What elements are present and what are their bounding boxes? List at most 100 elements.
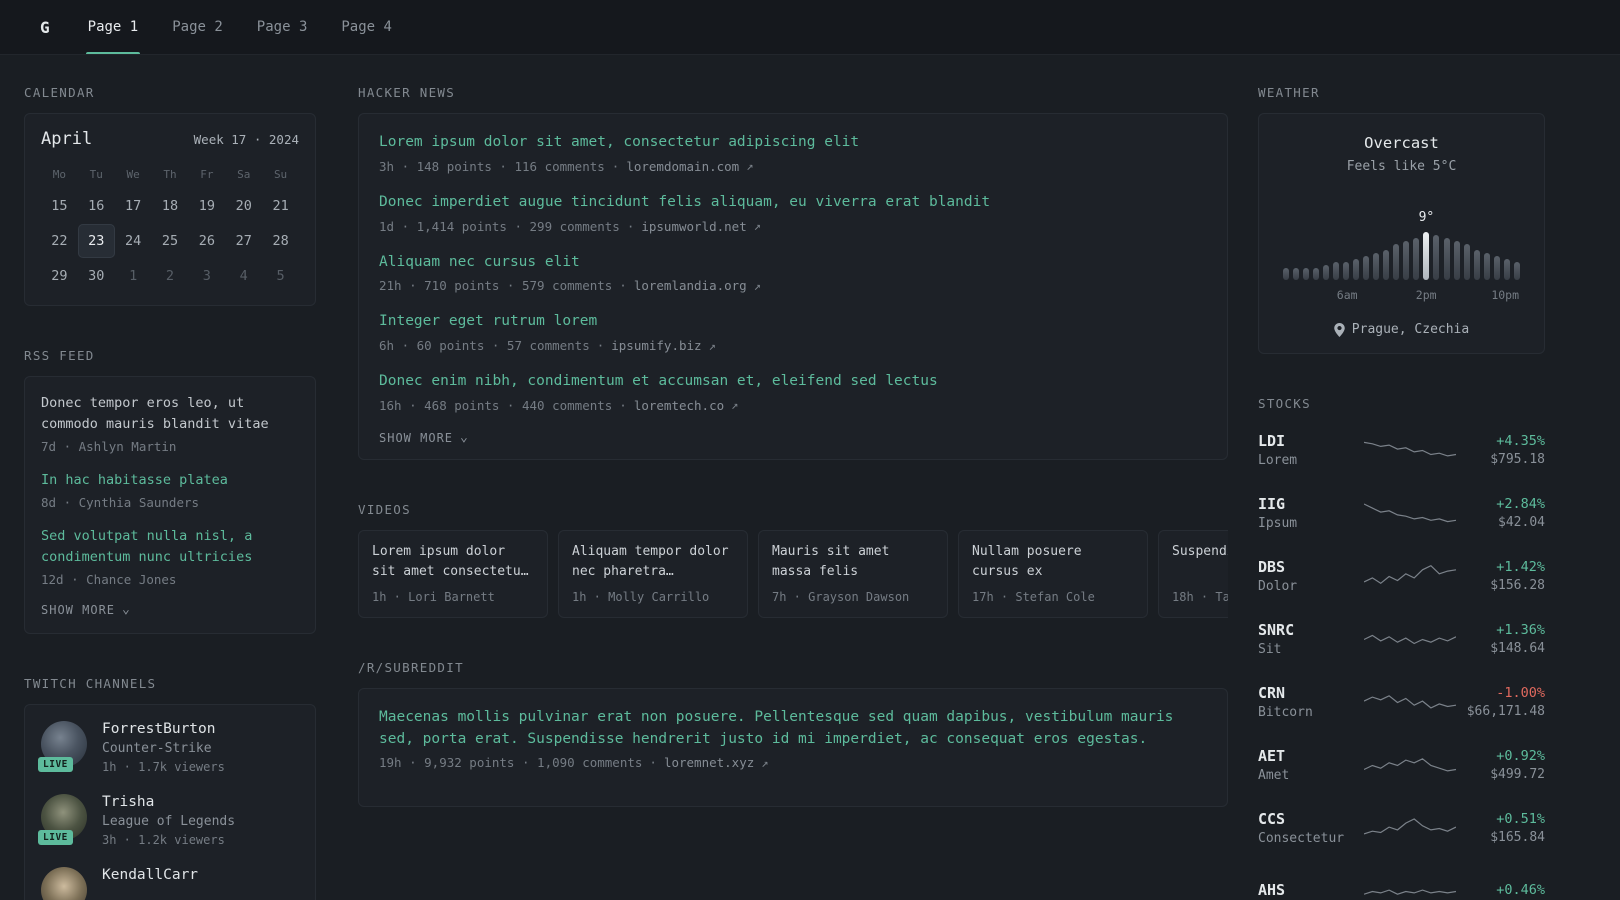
stock-symbol-link[interactable]: AHS xyxy=(1258,881,1362,899)
stock-symbol-link[interactable]: CRN xyxy=(1258,684,1362,702)
widget-title-twitch: TWITCH CHANNELS xyxy=(24,675,157,691)
app-logo[interactable]: G xyxy=(40,18,50,37)
rss-item-meta: 8d · Cynthia Saunders xyxy=(41,494,200,510)
calendar-day: 3 xyxy=(202,268,211,284)
calendar-day: 28 xyxy=(272,233,289,249)
stock-sparkline-cell xyxy=(1362,622,1457,656)
weather-hour-bar xyxy=(1403,241,1410,280)
calendar-day: 4 xyxy=(239,268,248,284)
channel-avatar[interactable]: LIVE xyxy=(38,720,87,772)
meta-separator: · xyxy=(626,218,635,234)
stock-price: $66,171.48 xyxy=(1466,704,1545,719)
story-item: Donec imperdiet augue tincidunt felis al… xyxy=(379,192,1207,234)
tab-page-4[interactable]: Page 4 xyxy=(339,0,394,54)
stock-change: +4.35% xyxy=(1496,433,1545,449)
middle-column: HACKER NEWS Lorem ipsum dolor sit amet, … xyxy=(358,85,1228,900)
stock-sparkline xyxy=(1363,441,1456,457)
video-title-link[interactable]: Aliquam tempor dolor nec pharetra… xyxy=(572,542,734,582)
rss-item-link[interactable]: Sed volutpat nulla nisl, a condimentum n… xyxy=(41,526,299,568)
stock-row: AHS +0.46% xyxy=(1258,865,1545,900)
stock-change: +1.42% xyxy=(1496,559,1545,575)
channel-name-link[interactable]: Trisha xyxy=(102,794,235,810)
story-title-link[interactable]: Aliquam nec cursus elit xyxy=(379,252,1207,274)
story-title-link[interactable]: Donec enim nibh, condimentum et accumsan… xyxy=(379,371,1207,393)
calendar-day: 18 xyxy=(161,198,179,214)
story-domain-link[interactable]: ipsumworld.net xyxy=(641,219,746,234)
video-meta: 1h · Lori Barnett xyxy=(372,589,495,604)
weather-hour-bar xyxy=(1283,268,1289,280)
stock-symbol-link[interactable]: SNRC xyxy=(1258,621,1362,639)
tab-page-3[interactable]: Page 3 xyxy=(255,0,310,54)
stock-sparkline xyxy=(1363,634,1456,645)
stock-symbol-link[interactable]: DBS xyxy=(1258,558,1362,576)
weather-hour-bar xyxy=(1333,262,1340,280)
video-title-link[interactable]: Suspendisse diam xyxy=(1172,542,1228,582)
video-body: Suspendisse diam 18h · Tara xyxy=(1159,531,1228,617)
channel-avatar[interactable]: LIVE xyxy=(38,793,87,845)
channel-avatar[interactable]: LIVE xyxy=(41,866,87,900)
tab-page-2[interactable]: Page 2 xyxy=(170,0,225,54)
story-title-link[interactable]: Donec imperdiet augue tincidunt felis al… xyxy=(379,192,1207,214)
channel-name-link[interactable]: ForrestBurton xyxy=(102,721,225,737)
weather-location: Prague, Czechia xyxy=(1351,322,1470,337)
stock-symbol-link[interactable]: AET xyxy=(1258,747,1362,765)
stock-change: +0.51% xyxy=(1496,811,1545,827)
story-title-link[interactable]: Maecenas mollis pulvinar erat non posuer… xyxy=(379,707,1207,751)
external-link-icon: ↗ xyxy=(753,219,761,233)
video-card: Lorem ipsum dolor sit amet consectetu… 1h… xyxy=(358,529,548,618)
show-more-button[interactable]: SHOW MORE ⌄ xyxy=(41,603,299,617)
weather-hour-bar xyxy=(1513,262,1520,280)
stock-values: +4.35% $795.18 xyxy=(1457,433,1545,467)
story-domain-link[interactable]: loremtech.co xyxy=(634,398,724,413)
calendar-day: 17 xyxy=(125,198,142,214)
rss-item-link[interactable]: Donec tempor eros leo, ut commodo mauris… xyxy=(41,393,299,435)
stock-id: CRN Bitcorn xyxy=(1258,684,1362,720)
stock-values: +1.42% $156.28 xyxy=(1457,559,1545,593)
stock-price: $148.64 xyxy=(1490,641,1545,656)
story-domain-link[interactable]: loremlandia.org xyxy=(634,278,747,293)
channel-name-link[interactable]: KendallCarr xyxy=(102,867,198,883)
video-title-link[interactable]: Lorem ipsum dolor sit amet consectetu… xyxy=(372,542,534,582)
video-meta: 7h · Grayson Dawson xyxy=(772,589,910,604)
story-domain-link[interactable]: ipsumify.biz xyxy=(611,338,701,353)
rss-item-link[interactable]: In hac habitasse platea xyxy=(41,470,299,491)
story-meta-text: 1d · 1,414 points · 299 comments xyxy=(379,218,620,234)
stock-sparkline-cell xyxy=(1362,685,1457,719)
subreddit-post-list: Maecenas mollis pulvinar erat non posuer… xyxy=(379,707,1207,771)
story-title-link[interactable]: Lorem ipsum dolor sit amet, consectetur … xyxy=(379,132,1207,154)
stock-sparkline-cell xyxy=(1362,433,1457,467)
story-meta-text: 19h · 9,932 points · 1,090 comments xyxy=(379,755,643,771)
stock-sparkline xyxy=(1363,695,1456,709)
stock-row: CCS Consectetur +0.51% $165.84 xyxy=(1258,802,1545,854)
story-meta: 21h · 710 points · 579 comments · loremlan… xyxy=(379,278,1207,293)
weather-hour-bar xyxy=(1483,253,1490,280)
story-title-link[interactable]: Integer eget rutrum lorem xyxy=(379,311,1207,333)
video-title-link[interactable]: Mauris sit amet massa felis xyxy=(772,542,934,582)
weather-hour-bar xyxy=(1473,250,1480,280)
tab-bar: Page 1 Page 2 Page 3 Page 4 xyxy=(85,0,394,54)
tab-page-1[interactable]: Page 1 xyxy=(85,0,141,54)
video-title-link[interactable]: Nullam posuere cursus ex xyxy=(972,542,1134,582)
stock-symbol-link[interactable]: LDI xyxy=(1258,432,1362,450)
video-meta: 18h · Tara xyxy=(1172,589,1228,604)
video-card: Mauris sit amet massa felis 7h · Grayson … xyxy=(758,529,948,618)
channel-viewers: 1h · 1.7k viewers xyxy=(102,759,225,774)
stock-name: Consectetur xyxy=(1258,831,1345,846)
story-domain-link[interactable]: loremdomain.com xyxy=(626,159,739,174)
stock-id: SNRC Sit xyxy=(1258,621,1362,657)
calendar-day-header: Su xyxy=(273,168,288,181)
stock-symbol-link[interactable]: CCS xyxy=(1258,810,1362,828)
stock-id: AET Amet xyxy=(1258,747,1362,783)
weather-hour-bar xyxy=(1433,235,1440,280)
story-domain-link[interactable]: loremnet.xyz xyxy=(664,755,754,770)
calendar-day: 16 xyxy=(88,198,105,214)
live-badge: LIVE xyxy=(38,756,73,772)
twitch-widget: TWITCH CHANNELS LIVE ForrestBurton Counter… xyxy=(24,676,316,900)
stock-sparkline xyxy=(1363,758,1456,772)
stock-symbol-link[interactable]: IIG xyxy=(1258,495,1362,513)
stock-values: +0.46% xyxy=(1457,882,1545,900)
external-link-icon: ↗ xyxy=(761,755,769,770)
chevron-down-icon: ⌄ xyxy=(122,602,131,618)
video-meta: 17h · Stefan Cole xyxy=(972,589,1095,604)
show-more-button[interactable]: SHOW MORE ⌄ xyxy=(379,431,1207,445)
